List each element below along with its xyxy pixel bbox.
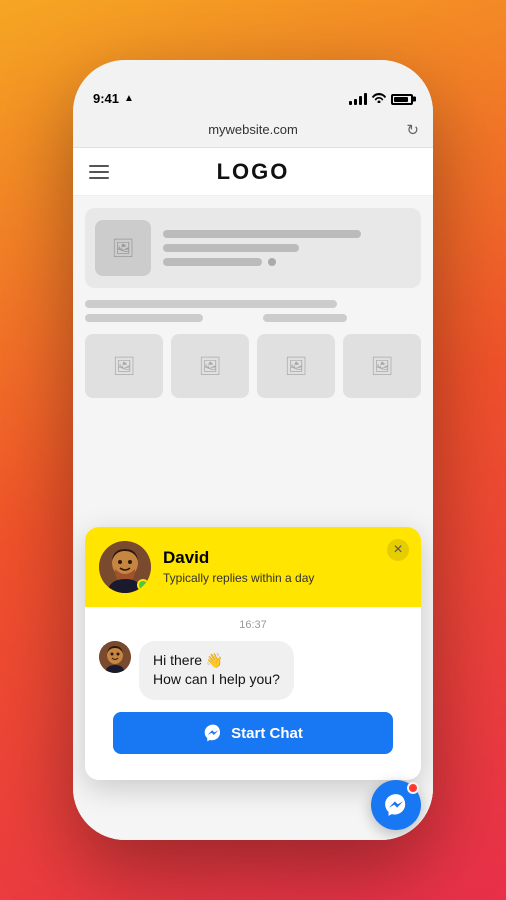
grid-item-3: 🖼	[257, 334, 335, 398]
phone-frame: 9:41 ▲ mywebsite.com ↻	[73, 60, 433, 840]
battery-icon	[391, 94, 413, 105]
hero-section: 🖼	[85, 208, 421, 288]
content-lines	[85, 300, 421, 322]
message-bubble: Hi there 👋 How can I help you?	[139, 641, 294, 700]
status-time: 9:41 ▲	[93, 91, 134, 106]
online-indicator	[137, 579, 149, 591]
message-timestamp: 16:37	[99, 619, 407, 631]
chat-header-info: David Typically replies within a day	[163, 548, 314, 585]
image-icon-2: 🖼	[199, 356, 222, 377]
site-logo: LOGO	[217, 159, 290, 185]
status-icons	[349, 92, 413, 106]
chat-header: David Typically replies within a day ×	[85, 527, 421, 607]
hero-image: 🖼	[95, 220, 151, 276]
message-avatar-face	[99, 641, 131, 673]
agent-status: Typically replies within a day	[163, 571, 314, 585]
image-icon: 🖼	[112, 238, 135, 259]
browser-bar: mywebsite.com ↻	[73, 112, 433, 148]
grid-item-1: 🖼	[85, 334, 163, 398]
start-chat-button[interactable]: Start Chat	[113, 712, 393, 754]
image-icon-3: 🖼	[285, 356, 308, 377]
image-icon-1: 🖼	[113, 356, 136, 377]
browser-url: mywebsite.com	[208, 122, 298, 137]
start-chat-label: Start Chat	[231, 725, 303, 742]
reload-icon[interactable]: ↻	[406, 121, 419, 139]
messenger-fab-button[interactable]	[371, 780, 421, 830]
grid-item-4: 🖼	[343, 334, 421, 398]
message-text: Hi there 👋 How can I help you?	[153, 651, 280, 690]
wifi-icon	[372, 92, 386, 106]
signal-icon	[349, 93, 367, 105]
close-button[interactable]: ×	[387, 539, 409, 561]
messenger-icon	[203, 723, 223, 743]
agent-name: David	[163, 548, 314, 568]
grid-section: 🖼 🖼 🖼 🖼	[85, 334, 421, 398]
chat-body: 16:37	[85, 607, 421, 780]
hero-text	[163, 230, 411, 266]
image-icon-4: 🖼	[371, 356, 394, 377]
agent-avatar	[99, 541, 151, 593]
message-row: Hi there 👋 How can I help you?	[99, 641, 407, 700]
fab-messenger-icon	[383, 792, 409, 818]
grid-item-2: 🖼	[171, 334, 249, 398]
fab-notification-dot	[407, 782, 419, 794]
hamburger-icon[interactable]	[89, 165, 109, 179]
site-nav: LOGO	[73, 148, 433, 196]
website-content: LOGO 🖼	[73, 148, 433, 840]
status-bar: 9:41 ▲	[73, 60, 433, 112]
chat-widget: David Typically replies within a day × 1…	[85, 527, 421, 780]
message-avatar	[99, 641, 131, 673]
